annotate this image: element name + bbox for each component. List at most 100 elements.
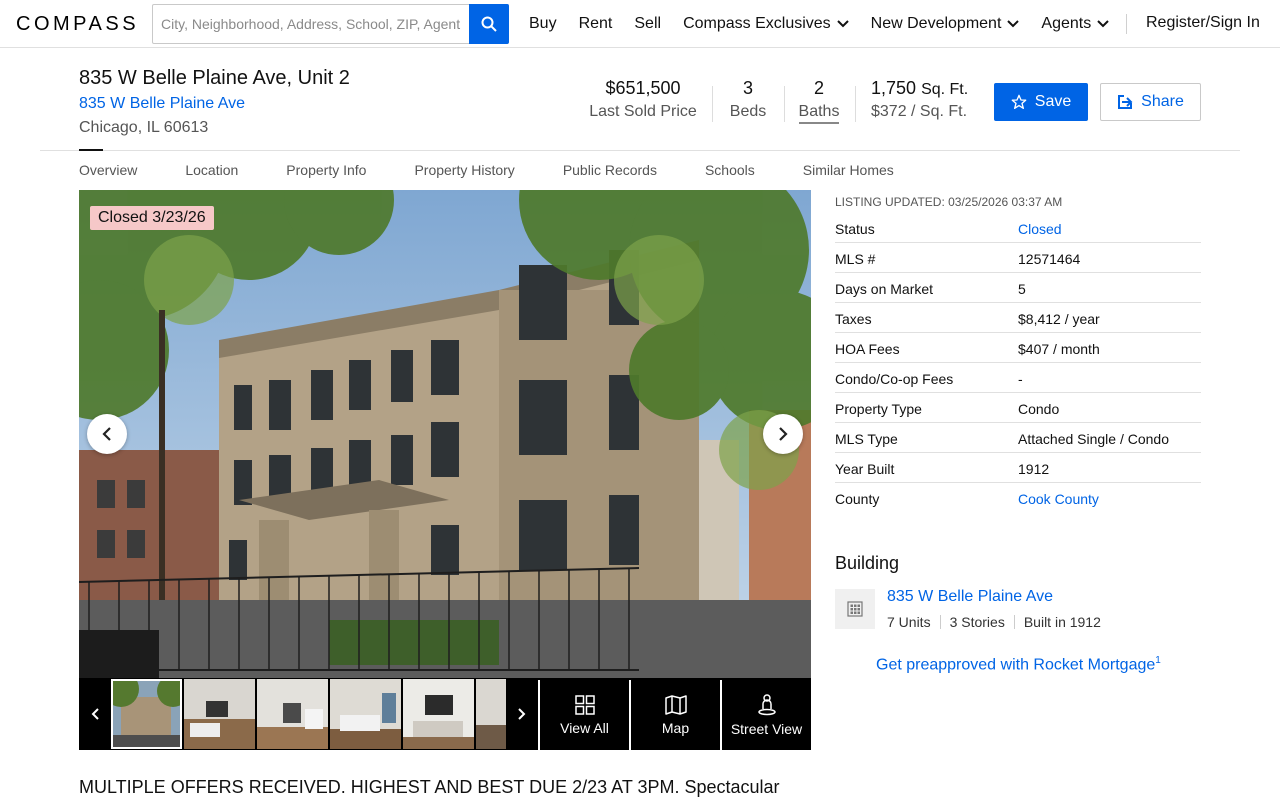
sqft-value: 1,750 — [871, 78, 917, 98]
baths-value: 2 — [813, 78, 824, 98]
fact-row: Year Built 1912 — [835, 453, 1201, 483]
grid-icon — [574, 694, 595, 715]
building-photo-illustration — [79, 190, 811, 678]
thumbnail-image — [111, 679, 182, 749]
fact-row: Taxes $8,412 / year — [835, 303, 1201, 333]
fact-value: $8,412 / year — [1018, 311, 1100, 327]
register-signin-link[interactable]: Register/Sign In — [1146, 14, 1260, 32]
price-value: $651,500 — [605, 78, 681, 98]
search-box — [152, 4, 509, 44]
baths-stat[interactable]: 2 Baths — [797, 78, 841, 124]
chevron-left-icon — [102, 427, 111, 441]
thumbnail-image — [476, 679, 506, 749]
price-stat: $651,500 Last Sold Price — [588, 78, 698, 121]
nav-divider — [1126, 14, 1127, 34]
nav-sell[interactable]: Sell — [634, 15, 661, 33]
thumbnail-image — [330, 679, 401, 749]
meta-separator — [939, 615, 941, 629]
view-all-photos-button[interactable]: View All — [538, 680, 629, 750]
county-link[interactable]: Cook County — [1018, 491, 1099, 507]
compass-logo[interactable]: COMPASS — [16, 13, 139, 36]
stat-divider — [712, 86, 713, 122]
fact-value: - — [1018, 371, 1023, 387]
fact-value: Condo — [1018, 401, 1060, 417]
save-button[interactable]: Save — [994, 83, 1088, 121]
nav-new-development-label: New Development — [870, 15, 1002, 32]
thumbnails-previous-button[interactable] — [79, 678, 110, 750]
nav-agents-label: Agents — [1041, 15, 1092, 32]
thumbnail-6[interactable] — [476, 679, 506, 749]
next-photo-button[interactable] — [763, 414, 803, 454]
fact-value: 1912 — [1018, 461, 1050, 477]
main-nav: Buy Rent Sell Compass Exclusives New Dev… — [529, 0, 1131, 48]
listing-facts-table: Status Closed MLS # 12571464 Days on Marke… — [835, 213, 1201, 513]
map-label: Map — [661, 719, 690, 736]
tab-property-history[interactable]: Property History — [414, 162, 514, 178]
nav-rent[interactable]: Rent — [579, 15, 613, 33]
section-tabs: Overview Location Property Info Property… — [79, 162, 942, 178]
building-stories: 3 Stories — [949, 614, 1005, 630]
tab-overview[interactable]: Overview — [79, 162, 137, 178]
map-button[interactable]: Map — [629, 680, 720, 750]
share-icon — [1118, 95, 1133, 109]
fact-value: 12571464 — [1018, 251, 1081, 267]
fact-value: Attached Single / Condo — [1018, 431, 1169, 447]
save-label: Save — [1034, 93, 1072, 110]
tab-similar-homes[interactable]: Similar Homes — [803, 162, 894, 178]
fact-label: Condo/Co-op Fees — [835, 371, 954, 387]
building-units: 7 Units — [887, 614, 931, 630]
rocket-mortgage-preapproval-link[interactable]: Get preapproved with Rocket Mortgage1 — [876, 655, 1161, 674]
meta-separator — [1013, 615, 1015, 629]
fact-label: MLS # — [835, 251, 876, 267]
thumbnail-5[interactable] — [403, 679, 474, 749]
tab-property-info[interactable]: Property Info — [286, 162, 366, 178]
section-divider — [40, 150, 1240, 151]
status-value-link[interactable]: Closed — [1018, 221, 1062, 237]
chevron-left-icon — [91, 708, 99, 720]
nav-compass-exclusives-label: Compass Exclusives — [683, 15, 831, 32]
beds-label: Beds — [729, 103, 767, 120]
fact-row: MLS # 12571464 — [835, 243, 1201, 273]
building-link[interactable]: 835 W Belle Plaine Ave — [79, 95, 245, 113]
tab-location[interactable]: Location — [185, 162, 238, 178]
top-navigation-bar: COMPASS Buy Rent Sell Compass Exclusives… — [0, 0, 1280, 48]
beds-value: 3 — [742, 78, 753, 98]
building-built-year: Built in 1912 — [1023, 614, 1101, 630]
closed-status-badge: Closed 3/23/26 — [90, 206, 214, 230]
fact-label: County — [835, 491, 880, 507]
tab-public-records[interactable]: Public Records — [563, 162, 657, 178]
fact-row: MLS Type Attached Single / Condo — [835, 423, 1201, 453]
fact-label: Taxes — [835, 311, 872, 327]
previous-photo-button[interactable] — [87, 414, 127, 454]
main-listing-photo[interactable] — [79, 190, 811, 678]
thumbnail-2[interactable] — [184, 679, 255, 749]
thumbnail-4[interactable] — [330, 679, 401, 749]
nav-agents[interactable]: Agents — [1041, 15, 1109, 33]
tab-schools[interactable]: Schools — [705, 162, 755, 178]
fact-row: Condo/Co-op Fees - — [835, 363, 1201, 393]
search-input[interactable] — [153, 5, 470, 43]
fact-row: County Cook County — [835, 483, 1201, 513]
fact-label: Property Type — [835, 401, 922, 417]
thumbnail-3[interactable] — [257, 679, 328, 749]
sqft-unit: Sq. Ft. — [921, 81, 969, 98]
building-name-link[interactable]: 835 W Belle Plaine Ave — [887, 588, 1053, 606]
chevron-down-icon — [836, 20, 849, 28]
chevron-right-icon — [517, 708, 525, 720]
nav-new-development[interactable]: New Development — [871, 15, 1020, 33]
street-view-button[interactable]: Street View — [720, 680, 811, 750]
fact-row: Property Type Condo — [835, 393, 1201, 423]
search-button[interactable] — [469, 4, 509, 44]
thumbnails-next-button[interactable] — [506, 678, 537, 750]
share-button[interactable]: Share — [1100, 83, 1201, 121]
footnote-marker: 1 — [1155, 655, 1161, 666]
fact-row: Status Closed — [835, 213, 1201, 243]
nav-buy[interactable]: Buy — [529, 15, 557, 33]
preapproval-text: Get preapproved with Rocket Mortgage — [876, 656, 1156, 674]
nav-compass-exclusives[interactable]: Compass Exclusives — [683, 15, 849, 33]
fact-label: Year Built — [835, 461, 895, 477]
thumbnail-1[interactable] — [111, 679, 182, 749]
building-heading: Building — [835, 553, 900, 573]
price-per-sqft: $372 / Sq. Ft. — [871, 103, 968, 120]
street-view-label: Street View — [730, 720, 803, 737]
